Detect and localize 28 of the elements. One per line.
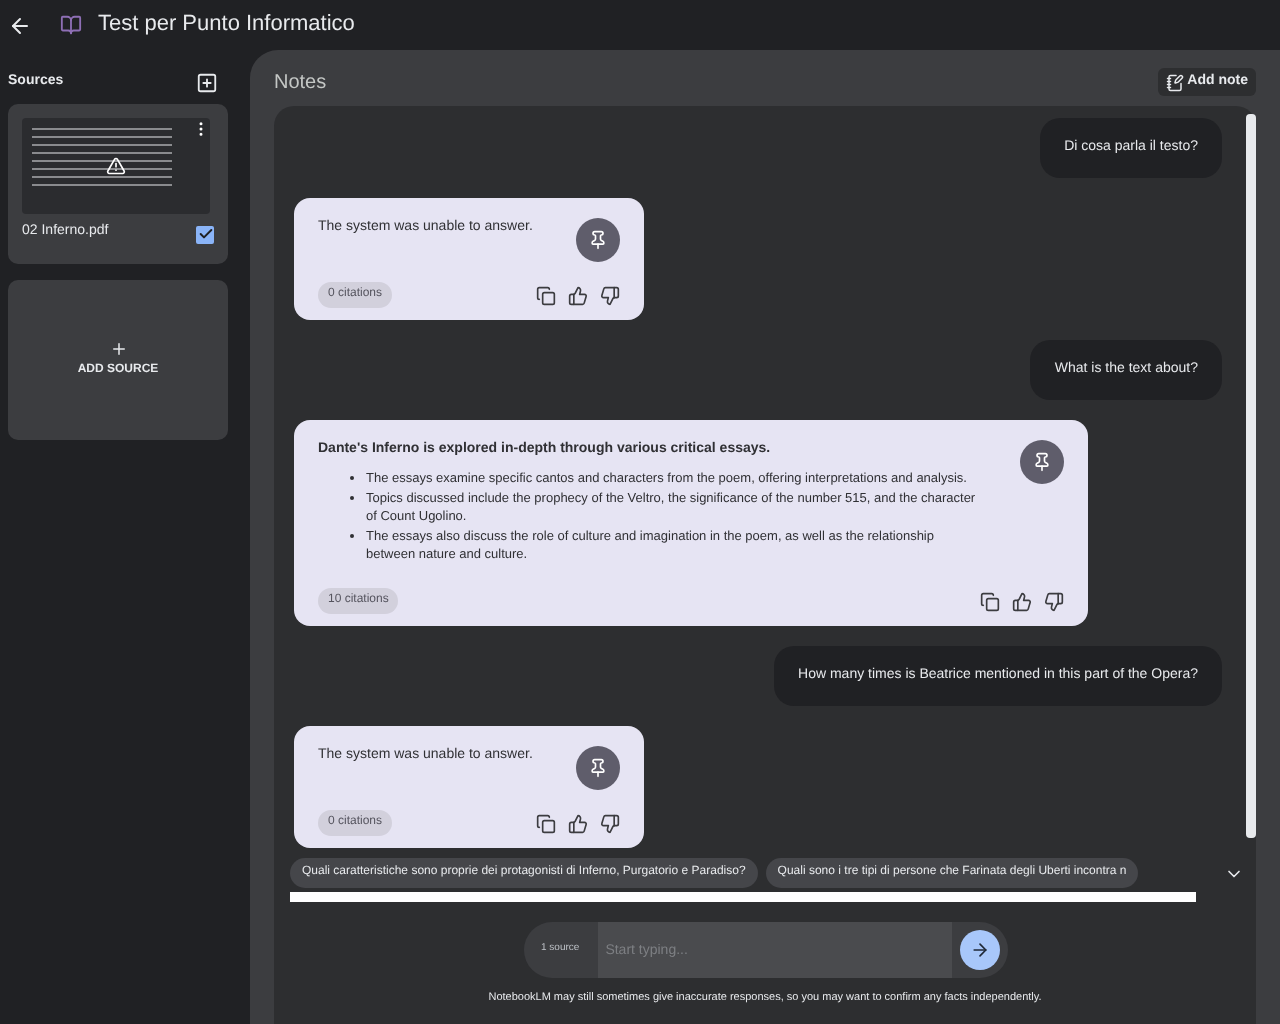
thumbs-down-icon[interactable] [600,285,620,305]
notebook-title: Test per Punto Informatico [98,10,355,41]
pin-icon [1032,452,1052,472]
thumbs-up-icon[interactable] [568,285,588,305]
thumbs-down-icon[interactable] [1044,591,1064,611]
scrollbar[interactable] [1246,114,1256,838]
source-checkbox[interactable] [196,225,214,243]
thumbs-up-icon[interactable] [568,813,588,833]
horizontal-scrollbar[interactable] [290,892,1196,902]
plus-icon [109,340,127,358]
add-icon[interactable] [196,71,218,93]
pin-icon [588,230,608,250]
thumbs-down-icon[interactable] [600,813,620,833]
pin-icon [588,758,608,778]
note-icon [1165,73,1184,91]
notebook-icon [60,14,82,36]
back-icon[interactable] [8,13,32,37]
arrow-right-icon [969,940,989,960]
warning-icon [106,156,126,176]
send-button[interactable] [959,930,999,970]
thumbs-up-icon[interactable] [1012,591,1032,611]
pin-button[interactable] [576,218,620,262]
copy-icon[interactable] [536,285,556,305]
pin-button[interactable] [1020,440,1064,484]
copy-icon[interactable] [980,591,1000,611]
notes-title: Notes [274,69,327,97]
copy-icon[interactable] [536,813,556,833]
pin-button[interactable] [576,746,620,790]
